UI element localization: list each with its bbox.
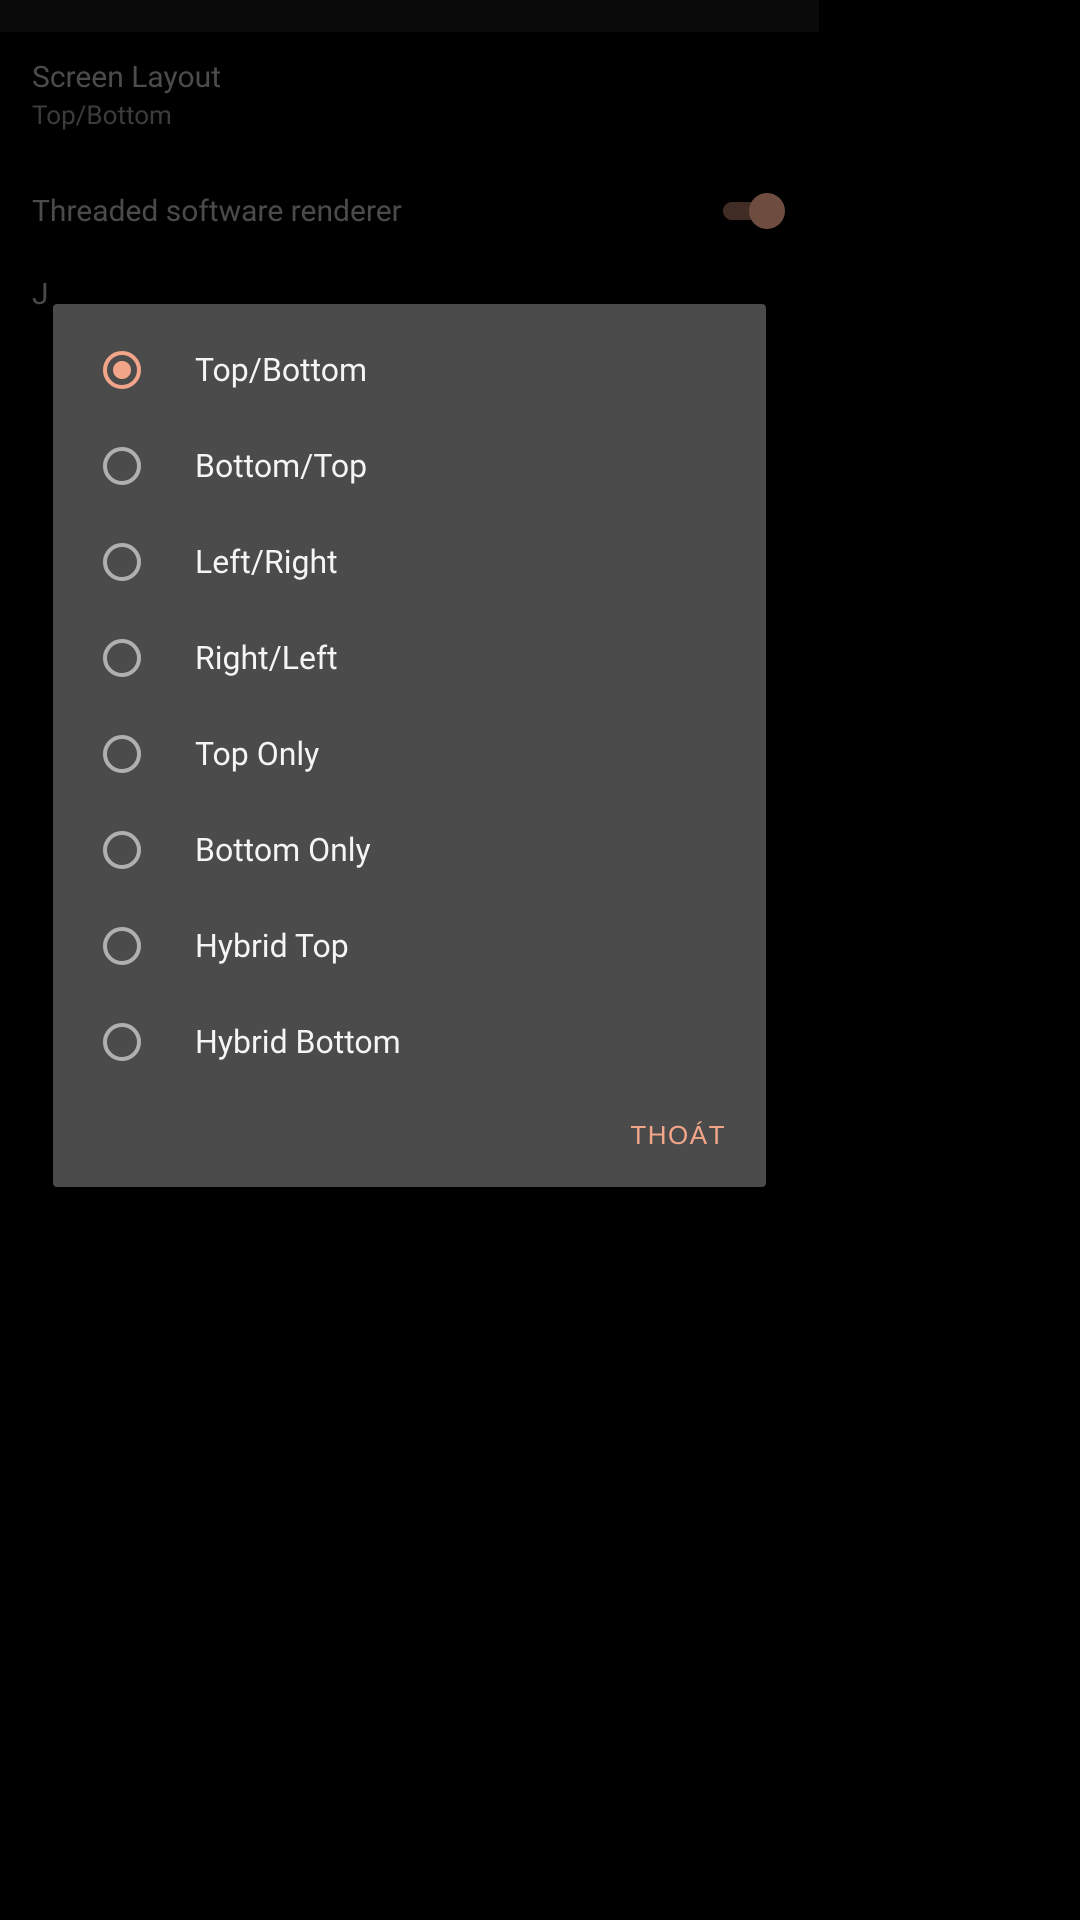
radio-option[interactable]: Right/Left xyxy=(53,610,766,706)
option-label: Bottom Only xyxy=(195,831,371,869)
radio-option[interactable]: Bottom Only xyxy=(53,802,766,898)
screen-layout-dialog: Top/Bottom Bottom/Top Left/Right Right/Left… xyxy=(53,304,766,1187)
radio-icon xyxy=(103,639,141,677)
radio-icon xyxy=(103,735,141,773)
radio-option[interactable]: Left/Right xyxy=(53,514,766,610)
radio-icon xyxy=(103,447,141,485)
option-label: Bottom/Top xyxy=(195,447,367,485)
radio-option[interactable]: Top Only xyxy=(53,706,766,802)
radio-icon xyxy=(103,1023,141,1061)
option-label: Right/Left xyxy=(195,639,338,677)
radio-dot-icon xyxy=(113,361,131,379)
radio-icon xyxy=(103,543,141,581)
option-label: Left/Right xyxy=(195,543,338,581)
radio-icon xyxy=(103,831,141,869)
option-label: Top/Bottom xyxy=(195,351,367,389)
radio-option[interactable]: Bottom/Top xyxy=(53,418,766,514)
option-label: Hybrid Top xyxy=(195,927,349,965)
radio-option[interactable]: Hybrid Bottom xyxy=(53,994,766,1090)
dismiss-button[interactable]: THOÁT xyxy=(622,1110,734,1161)
radio-option[interactable]: Top/Bottom xyxy=(53,322,766,418)
radio-icon xyxy=(103,351,141,389)
radio-icon xyxy=(103,927,141,965)
radio-option[interactable]: Hybrid Top xyxy=(53,898,766,994)
option-label: Hybrid Bottom xyxy=(195,1023,401,1061)
option-label: Top Only xyxy=(195,735,319,773)
dialog-actions: THOÁT xyxy=(53,1090,766,1187)
